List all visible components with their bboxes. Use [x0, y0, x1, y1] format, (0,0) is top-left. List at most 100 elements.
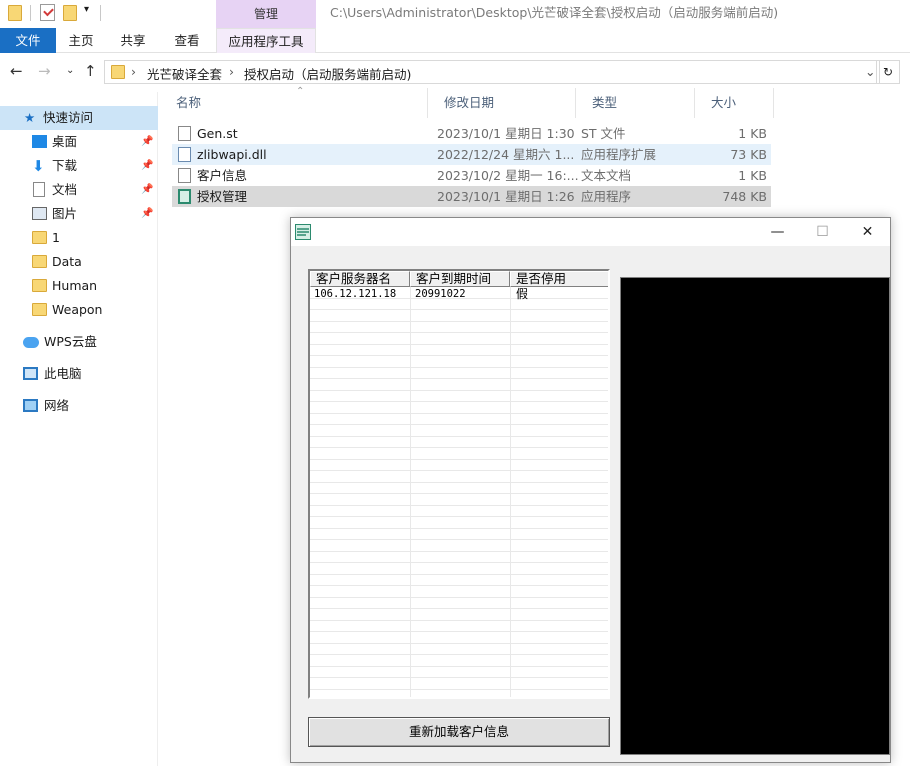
nav-folder-human[interactable]: Human — [0, 274, 158, 298]
minimize-button[interactable]: — — [755, 218, 800, 246]
navigation-pane: ★ 快速访问 桌面 📌 ⬇ 下载 📌 文档 📌 图片 📌 1 Data Huma… — [0, 92, 158, 766]
explorer-titlebar: ▾ 管理 C:\Users\Administrator\Desktop\光芒破译… — [0, 0, 910, 28]
address-row: ← → ⌄ ↑ › 光芒破译全套 › 授权启动（启动服务端前启动) ⌄ ↻ — [0, 56, 910, 88]
properties-icon[interactable] — [40, 4, 55, 21]
grid-row-line — [310, 517, 608, 529]
new-folder-icon[interactable] — [63, 5, 77, 21]
app-titlebar[interactable]: — ☐ ✕ — [291, 218, 890, 246]
breadcrumb-separator-icon: › — [131, 64, 136, 79]
column-header-disabled[interactable]: 是否停用 — [510, 271, 608, 287]
grid-row-line — [310, 678, 608, 690]
nav-label: Data — [52, 254, 82, 269]
nav-label: 文档 — [52, 182, 78, 197]
column-header-server[interactable]: 客户服务器名 — [310, 271, 410, 287]
nav-folder-data[interactable]: Data — [0, 250, 158, 274]
tab-file[interactable]: 文件 — [0, 28, 56, 53]
maximize-button[interactable]: ☐ — [800, 218, 845, 246]
nav-network[interactable]: 网络 — [0, 394, 158, 418]
nav-folder-1[interactable]: 1 — [0, 226, 158, 250]
customer-list[interactable]: 客户服务器名 客户到期时间 是否停用 106.12.121.18 2099102… — [308, 269, 610, 699]
close-button[interactable]: ✕ — [845, 218, 890, 246]
chevron-down-icon[interactable]: ⌄ — [865, 64, 875, 79]
quick-access-separator — [30, 5, 31, 21]
nav-downloads[interactable]: ⬇ 下载 📌 — [0, 154, 158, 178]
column-header-expiry[interactable]: 客户到期时间 — [410, 271, 510, 287]
text-file-icon — [178, 168, 191, 183]
grid-row-line — [310, 460, 608, 471]
file-row[interactable]: Gen.st 2023/10/1 星期日 1:30 ST 文件 1 KB — [172, 123, 771, 144]
folder-icon — [32, 231, 47, 244]
nav-label: WPS云盘 — [44, 334, 97, 349]
column-header-type[interactable]: 类型 — [576, 88, 695, 118]
pin-icon: 📌 — [141, 208, 154, 219]
column-header-size[interactable]: 大小 — [695, 88, 774, 118]
up-arrow-icon[interactable]: ↑ — [84, 62, 97, 80]
file-type: 应用程序扩展 — [581, 147, 657, 162]
recent-locations-icon[interactable]: ⌄ — [66, 65, 74, 76]
grid-row-line — [310, 483, 608, 494]
column-label: 大小 — [711, 95, 737, 110]
manage-context-tab[interactable]: 管理 — [216, 0, 316, 28]
grid-row-line — [310, 506, 608, 517]
nav-pictures[interactable]: 图片 📌 — [0, 202, 158, 226]
column-header-name[interactable]: 名称 — [160, 88, 428, 118]
grid-row-line — [310, 575, 608, 586]
grid-row-line — [310, 471, 608, 483]
grid-row-line — [310, 333, 608, 345]
nav-folder-weapon[interactable]: Weapon — [0, 298, 158, 322]
nav-label: 下载 — [52, 158, 78, 173]
grid-row-line — [310, 414, 608, 425]
grid-row-line — [310, 425, 608, 437]
file-type: 应用程序 — [581, 189, 632, 204]
file-type: 文本文档 — [581, 168, 632, 183]
tab-view[interactable]: 查看 — [164, 28, 210, 53]
file-name: 客户信息 — [197, 168, 248, 183]
nav-this-pc[interactable]: 此电脑 — [0, 362, 158, 386]
grid-row-line — [310, 310, 608, 322]
cell-server: 106.12.121.18 — [314, 288, 397, 300]
star-icon: ★ — [24, 110, 36, 125]
file-row[interactable]: 授权管理 2023/10/1 星期日 1:26 应用程序 748 KB — [172, 186, 771, 207]
customize-quick-access-icon[interactable]: ▾ — [84, 4, 89, 15]
nav-documents[interactable]: 文档 📌 — [0, 178, 158, 202]
tab-share[interactable]: 共享 — [110, 28, 156, 53]
nav-label: Weapon — [52, 302, 103, 317]
file-type: ST 文件 — [581, 126, 626, 141]
desktop-icon — [32, 135, 47, 148]
forward-arrow-icon[interactable]: → — [38, 62, 51, 80]
refresh-icon[interactable]: ↻ — [876, 60, 900, 84]
grid-row-line — [310, 644, 608, 655]
column-header-modified[interactable]: 修改日期 — [428, 88, 576, 118]
license-manager-window: — ☐ ✕ 客户服务器名 客户到期时间 是否停用 106.12.121.18 2… — [290, 217, 891, 763]
tab-home[interactable]: 主页 — [58, 28, 104, 53]
nav-wps-cloud[interactable]: WPS云盘 — [0, 330, 158, 354]
titlebar-divider — [100, 5, 101, 21]
grid-line — [410, 287, 411, 697]
nav-label: Human — [52, 278, 98, 293]
back-arrow-icon[interactable]: ← — [10, 62, 23, 80]
grid-row-line — [310, 391, 608, 402]
reload-customers-button[interactable]: 重新加载客户信息 — [308, 717, 610, 747]
nav-desktop[interactable]: 桌面 📌 — [0, 130, 158, 154]
file-modified: 2022/12/24 星期六 1... — [437, 147, 575, 162]
cloud-icon — [23, 337, 39, 348]
nav-label: 网络 — [44, 398, 70, 413]
column-label: 修改日期 — [444, 95, 495, 110]
grid-row-line — [310, 621, 608, 632]
breadcrumb-item[interactable]: 光芒破译全套 — [147, 64, 222, 83]
address-bar[interactable]: › 光芒破译全套 › 授权启动（启动服务端前启动) ⌄ — [104, 60, 880, 84]
grid-row-line — [310, 667, 608, 678]
nav-quick-access[interactable]: ★ 快速访问 — [0, 106, 158, 130]
file-row[interactable]: 客户信息 2023/10/2 星期一 16:... 文本文档 1 KB — [172, 165, 771, 186]
file-row[interactable]: zlibwapi.dll 2022/12/24 星期六 1... 应用程序扩展 … — [172, 144, 771, 165]
file-size: 1 KB — [738, 168, 767, 183]
file-modified: 2023/10/2 星期一 16:... — [437, 168, 579, 183]
breadcrumb-item[interactable]: 授权启动（启动服务端前启动) — [244, 64, 411, 83]
folder-icon — [32, 303, 47, 316]
nav-label: 1 — [52, 230, 60, 245]
tab-app-tools[interactable]: 应用程序工具 — [216, 28, 316, 53]
cell-disabled: 假 — [516, 287, 529, 301]
file-name: zlibwapi.dll — [197, 147, 267, 162]
grid-row-line — [310, 299, 608, 310]
grid-row-line — [310, 598, 608, 609]
